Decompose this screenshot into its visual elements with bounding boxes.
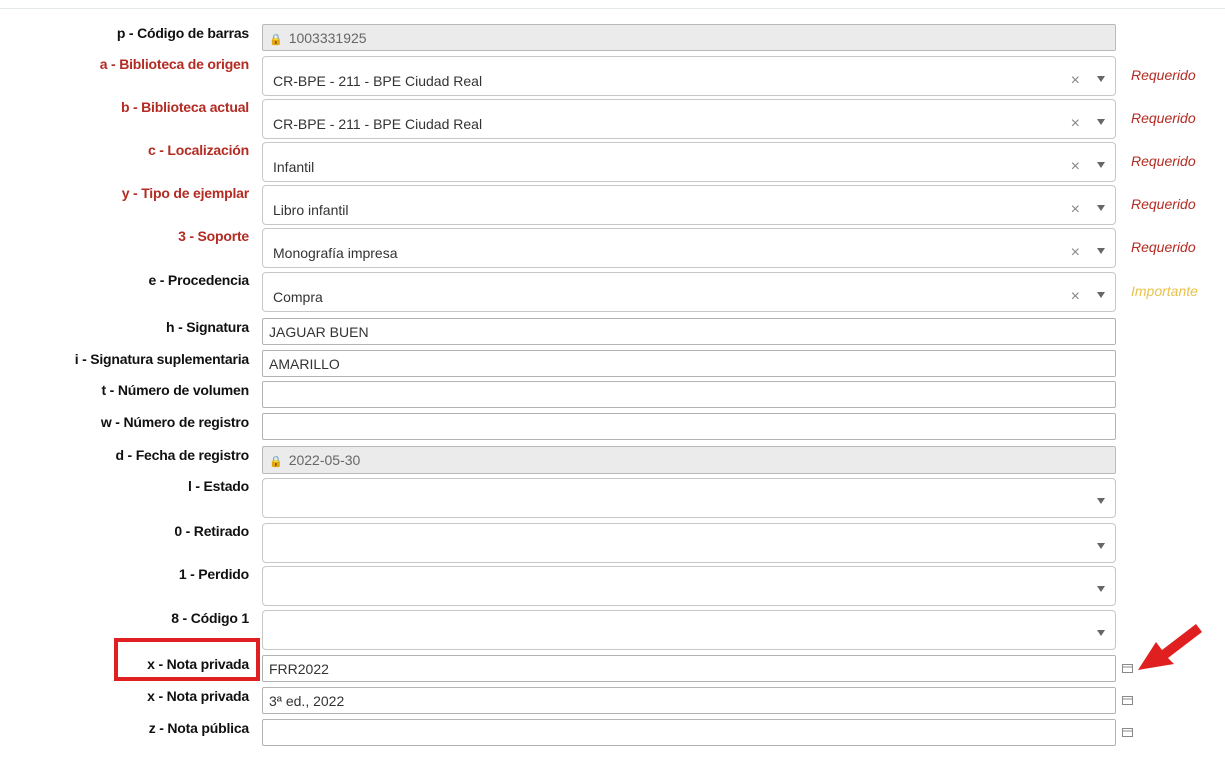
top-divider xyxy=(0,8,1225,9)
note-icon[interactable] xyxy=(1122,728,1133,737)
lock-icon: 🔒 xyxy=(269,456,283,468)
chevron-down-icon[interactable] xyxy=(1097,119,1105,125)
chevron-down-icon[interactable] xyxy=(1097,248,1105,254)
clear-icon[interactable]: × xyxy=(1071,202,1080,218)
required-hint: Requerido xyxy=(1131,239,1196,255)
clear-icon[interactable]: × xyxy=(1071,116,1080,132)
required-hint: Requerido xyxy=(1131,67,1196,83)
source-select[interactable]: Compra × xyxy=(262,272,1116,312)
field-row-call-number: h - Signatura JAGUAR BUEN xyxy=(0,318,1225,345)
chevron-down-icon[interactable] xyxy=(1097,543,1105,549)
required-hint: Requerido xyxy=(1131,153,1196,169)
field-row-volume-number: t - Número de volumen xyxy=(0,381,1225,408)
field-row-supplementary-call-number: i - Signatura suplementaria AMARILLO xyxy=(0,350,1225,377)
barcode-field: 🔒 1003331925 xyxy=(262,24,1116,51)
field-label: 0 - Retirado xyxy=(174,523,249,539)
lock-icon: 🔒 xyxy=(269,33,283,46)
field-label: a - Biblioteca de origen xyxy=(99,56,249,72)
annotation-arrow-icon xyxy=(1138,624,1202,670)
supplementary-call-number-input[interactable]: AMARILLO xyxy=(262,350,1116,377)
field-row-location: c - Localización Infantil × Requerido xyxy=(0,142,1225,182)
chevron-down-icon[interactable] xyxy=(1097,586,1105,592)
field-label: d - Fecha de registro xyxy=(115,447,250,463)
field-row-home-library: a - Biblioteca de origen CR-BPE - 211 - … xyxy=(0,56,1225,96)
clear-icon[interactable]: × xyxy=(1071,289,1080,305)
field-row-current-library: b - Biblioteca actual CR-BPE - 211 - BPE… xyxy=(0,99,1225,139)
field-row-lost: 1 - Perdido xyxy=(0,566,1225,606)
field-label: 1 - Perdido xyxy=(178,566,249,582)
private-note-input[interactable]: 3ª ed., 2022 xyxy=(262,687,1116,714)
field-label: b - Biblioteca actual xyxy=(120,99,249,115)
chevron-down-icon[interactable] xyxy=(1097,162,1105,168)
field-label: h - Signatura xyxy=(166,319,249,335)
clear-icon[interactable]: × xyxy=(1071,245,1080,261)
field-label: 3 - Soporte xyxy=(178,228,249,244)
lost-select[interactable] xyxy=(262,566,1116,606)
field-label: i - Signatura suplementaria xyxy=(74,351,250,367)
status-select[interactable] xyxy=(262,478,1116,518)
volume-number-input[interactable] xyxy=(262,381,1116,408)
field-row-media: 3 - Soporte Monografía impresa × Requeri… xyxy=(0,228,1225,268)
field-label: z - Nota pública xyxy=(148,720,249,736)
location-select[interactable]: Infantil × xyxy=(262,142,1116,182)
register-number-input[interactable] xyxy=(262,413,1116,440)
chevron-down-icon[interactable] xyxy=(1097,292,1105,298)
field-label: c - Localización xyxy=(147,142,249,158)
note-icon[interactable] xyxy=(1122,664,1133,673)
field-row-source: e - Procedencia Compra × Importante xyxy=(0,272,1225,312)
field-row-private-note-2: x - Nota privada 3ª ed., 2022 xyxy=(0,687,1225,714)
field-row-withdrawn: 0 - Retirado xyxy=(0,523,1225,563)
home-library-select[interactable]: CR-BPE - 211 - BPE Ciudad Real × xyxy=(262,56,1116,96)
call-number-input[interactable]: JAGUAR BUEN xyxy=(262,318,1116,345)
code-1-select[interactable] xyxy=(262,610,1116,650)
field-row-register-date: d - Fecha de registro 🔒 2022-05-30 xyxy=(0,446,1225,474)
field-row-barcode: p - Código de barras 🔒 1003331925 xyxy=(0,24,1225,51)
public-note-input[interactable] xyxy=(262,719,1116,746)
field-label: t - Número de volumen xyxy=(101,382,250,398)
private-note-input[interactable]: FRR2022 xyxy=(262,655,1116,682)
field-label: 8 - Código 1 xyxy=(171,610,249,626)
clear-icon[interactable]: × xyxy=(1071,73,1080,89)
register-date-field: 🔒 2022-05-30 xyxy=(262,446,1116,474)
withdrawn-select[interactable] xyxy=(262,523,1116,563)
item-type-select[interactable]: Libro infantil × xyxy=(262,185,1116,225)
important-hint: Importante xyxy=(1131,283,1198,299)
field-label: l - Estado xyxy=(187,478,249,494)
required-hint: Requerido xyxy=(1131,110,1196,126)
field-row-status: l - Estado xyxy=(0,478,1225,518)
field-row-register-number: w - Número de registro xyxy=(0,413,1225,440)
chevron-down-icon[interactable] xyxy=(1097,630,1105,636)
field-label: e - Procedencia xyxy=(148,272,250,288)
field-row-public-note: z - Nota pública xyxy=(0,719,1225,746)
field-label: y - Tipo de ejemplar xyxy=(121,185,249,201)
field-label: x - Nota privada xyxy=(147,688,249,704)
chevron-down-icon[interactable] xyxy=(1097,205,1105,211)
highlight-box xyxy=(114,638,260,681)
field-label: p - Código de barras xyxy=(116,25,249,41)
note-icon[interactable] xyxy=(1122,696,1133,705)
field-row-item-type: y - Tipo de ejemplar Libro infantil × Re… xyxy=(0,185,1225,225)
field-label: w - Número de registro xyxy=(100,414,249,430)
clear-icon[interactable]: × xyxy=(1071,159,1080,175)
media-select[interactable]: Monografía impresa × xyxy=(262,228,1116,268)
current-library-select[interactable]: CR-BPE - 211 - BPE Ciudad Real × xyxy=(262,99,1116,139)
chevron-down-icon[interactable] xyxy=(1097,76,1105,82)
chevron-down-icon[interactable] xyxy=(1097,498,1105,504)
required-hint: Requerido xyxy=(1131,196,1196,212)
